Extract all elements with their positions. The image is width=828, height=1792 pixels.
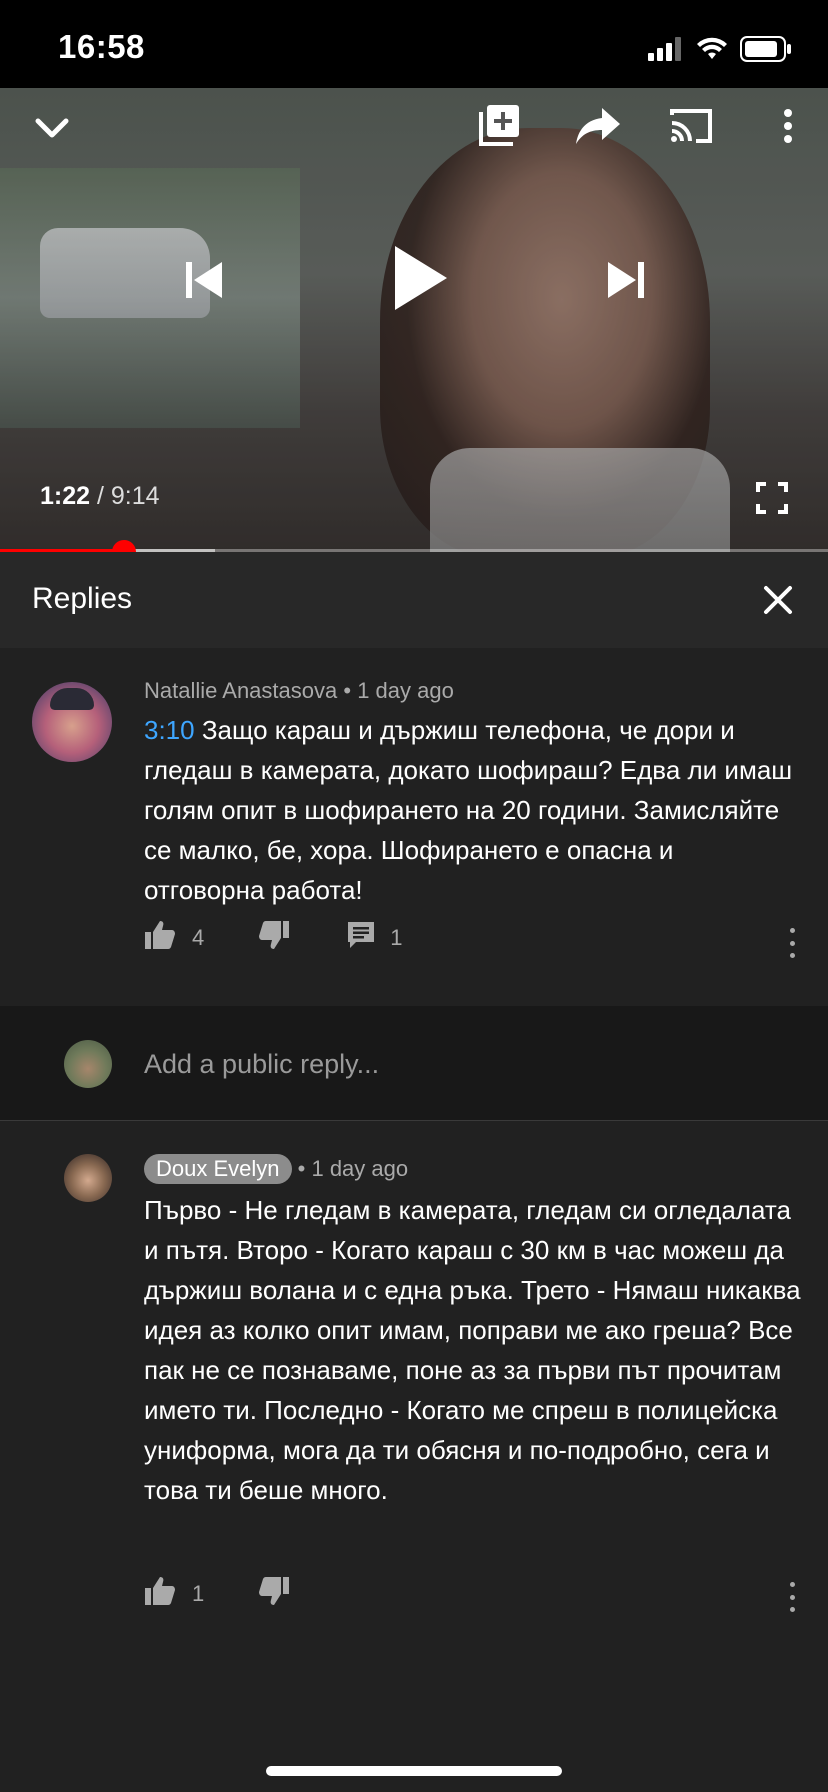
thumb-up-icon <box>144 1576 176 1612</box>
share-icon <box>574 106 622 151</box>
status-bar: 16:58 <box>0 0 828 88</box>
comment-more-button[interactable] <box>786 928 798 958</box>
play-button[interactable] <box>384 240 456 320</box>
more-vert-icon <box>782 108 794 149</box>
thumb-down-icon <box>258 1576 290 1612</box>
fullscreen-button[interactable] <box>752 480 792 520</box>
reply-author-chip[interactable]: Doux Evelyn <box>144 1154 292 1184</box>
more-dot <box>789 1594 795 1600</box>
meta-separator: • <box>343 678 352 703</box>
like-button[interactable]: 4 <box>144 920 204 956</box>
avatar-hat <box>50 688 94 710</box>
more-vert-icon <box>789 928 795 933</box>
playlist-add-icon <box>478 103 522 152</box>
duration: 9:14 <box>110 482 160 510</box>
battery-icon <box>740 36 792 67</box>
avatar[interactable] <box>64 1154 112 1202</box>
home-indicator <box>266 1766 562 1776</box>
skip-previous-icon <box>182 258 226 307</box>
next-button[interactable] <box>598 254 654 310</box>
cast-button[interactable] <box>666 104 716 152</box>
previous-button[interactable] <box>176 254 232 310</box>
comment-icon <box>346 920 376 956</box>
reply-meta: Doux Evelyn • 1 day ago <box>144 1154 408 1184</box>
comment-age[interactable]: 1 day ago <box>357 678 454 703</box>
thumb-up-icon <box>144 920 176 956</box>
comment-meta: Natallie Anastasova • 1 day ago <box>144 678 454 704</box>
skip-next-icon <box>604 258 648 307</box>
video-player[interactable]: 1:22 / 9:14 <box>0 88 828 552</box>
time-display: 1:22 / 9:14 <box>40 482 160 511</box>
reply-input[interactable] <box>144 1044 784 1084</box>
like-count: 4 <box>192 925 205 950</box>
avatar[interactable] <box>32 682 112 762</box>
comment-body: Защо караш и държиш телефона, че дори и … <box>144 715 793 905</box>
more-dot <box>789 953 795 958</box>
close-icon <box>758 586 798 624</box>
dislike-button[interactable] <box>258 920 290 956</box>
wifi-icon <box>696 37 728 66</box>
like-count: 1 <box>192 1581 205 1606</box>
comment-text: 3:10 Защо караш и държиш телефона, че до… <box>144 710 794 910</box>
close-replies-button[interactable] <box>758 580 798 620</box>
reply-actions: 1 <box>144 1576 290 1612</box>
reply-count: 1 <box>390 925 403 950</box>
user-avatar <box>64 1040 112 1088</box>
reply-text: Първо - Не гледам в камерата, гледам си … <box>144 1195 801 1505</box>
reply-count-button[interactable]: 1 <box>346 920 403 956</box>
thumb-down-icon <box>258 920 290 956</box>
play-icon <box>391 242 449 319</box>
more-dot <box>789 1607 795 1612</box>
comment-author[interactable]: Natallie Anastasova <box>144 678 337 703</box>
comment-actions: 4 1 <box>144 920 403 956</box>
parent-comment: Natallie Anastasova • 1 day ago 3:10 Защ… <box>0 648 828 1006</box>
player-more-button[interactable] <box>770 104 806 152</box>
time-separator: / <box>97 482 104 510</box>
current-time: 1:22 <box>40 482 91 510</box>
collapse-button[interactable] <box>30 108 74 152</box>
cast-icon <box>668 107 714 150</box>
status-time: 16:58 <box>58 28 145 65</box>
share-button[interactable] <box>572 104 624 152</box>
meta-separator: • <box>297 1156 306 1181</box>
timestamp-link[interactable]: 3:10 <box>144 715 195 745</box>
chevron-down-icon <box>32 108 72 153</box>
fullscreen-icon <box>756 481 788 519</box>
like-button[interactable]: 1 <box>144 1576 204 1612</box>
replies-header: Replies <box>0 552 828 648</box>
more-dot <box>789 940 795 946</box>
add-to-playlist-button[interactable] <box>476 102 524 152</box>
reply-comment: Doux Evelyn • 1 day ago Първо - Не гледа… <box>0 1120 828 1612</box>
more-vert-icon <box>789 1582 795 1587</box>
reply-more-button[interactable] <box>786 1582 798 1612</box>
reply-age[interactable]: 1 day ago <box>311 1156 408 1181</box>
reply-input-area <box>0 1006 828 1121</box>
dislike-button[interactable] <box>258 1576 290 1612</box>
status-icons <box>648 36 792 67</box>
signal-icon <box>648 37 684 66</box>
replies-title: Replies <box>32 582 133 615</box>
